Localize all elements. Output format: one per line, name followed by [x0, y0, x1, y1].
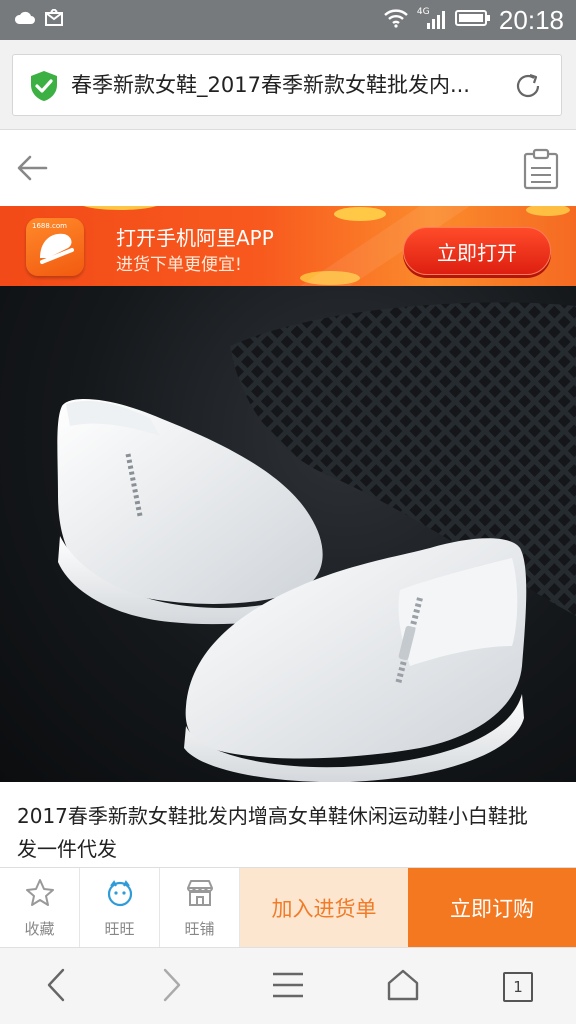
product-action-bar: 收藏 旺旺 旺铺 加入进货单 立即订购 [0, 867, 576, 948]
browser-menu-button[interactable] [248, 948, 328, 1025]
app-logo: 1688.com [26, 218, 84, 276]
page-nav [0, 130, 576, 206]
product-image[interactable] [0, 286, 576, 782]
menu-icon [271, 970, 305, 1004]
product-title: 2017春季新款女鞋批发内增高女单鞋休闲运动鞋小白鞋批发一件代发 [17, 804, 528, 861]
tabs-icon: 1 [503, 971, 533, 1002]
shield-check-icon [29, 70, 59, 106]
browser-forward-button[interactable] [132, 948, 212, 1025]
wifi-icon [383, 8, 409, 32]
address-bar: 春季新款女鞋_2017春季新款女鞋批发内... [0, 40, 576, 130]
clipboard-icon[interactable] [522, 148, 560, 194]
tab-count: 1 [513, 977, 523, 996]
battery-icon [454, 9, 491, 31]
star-icon [25, 878, 55, 912]
home-icon [386, 968, 420, 1006]
store-icon [185, 878, 215, 912]
page-title: 春季新款女鞋_2017春季新款女鞋批发内... [71, 73, 470, 97]
chevron-left-icon [41, 967, 71, 1007]
browser-home-button[interactable] [363, 948, 443, 1025]
browser-tabs-button[interactable]: 1 [478, 948, 558, 1025]
browser-back-button[interactable] [16, 948, 96, 1025]
banner-subline: 进货下单更便宜! [116, 255, 242, 275]
cloud-icon [14, 10, 36, 30]
shop-label: 旺铺 [184, 919, 215, 938]
chevron-right-icon [157, 967, 187, 1007]
clock: 20:18 [498, 4, 564, 35]
app-download-banner[interactable]: 1688.com 打开手机阿里APP 进货下单更便宜! 立即打开 [0, 206, 576, 286]
browser-toolbar: 1 [0, 947, 576, 1024]
shoe-illustration [57, 302, 576, 782]
wangwang-chat-button[interactable]: 旺旺 [80, 868, 160, 948]
mail-icon [44, 7, 64, 31]
signal-icon: 4G [417, 7, 447, 31]
banner-headline: 打开手机阿里APP [116, 226, 274, 250]
favorite-button[interactable]: 收藏 [0, 868, 80, 948]
add-to-purchase-list-button[interactable]: 加入进货单 [240, 868, 408, 948]
status-bar: 4G 20:18 [0, 0, 576, 40]
favorite-label: 收藏 [24, 919, 55, 938]
buy-now-button[interactable]: 立即订购 [408, 868, 576, 948]
wangwang-label: 旺旺 [104, 919, 135, 938]
open-app-button[interactable]: 立即打开 [403, 227, 551, 275]
refresh-icon[interactable] [513, 71, 543, 105]
url-field[interactable]: 春季新款女鞋_2017春季新款女鞋批发内... [12, 54, 562, 116]
shop-button[interactable]: 旺铺 [160, 868, 240, 948]
back-arrow-icon[interactable] [14, 150, 50, 190]
wangwang-icon [105, 878, 135, 912]
